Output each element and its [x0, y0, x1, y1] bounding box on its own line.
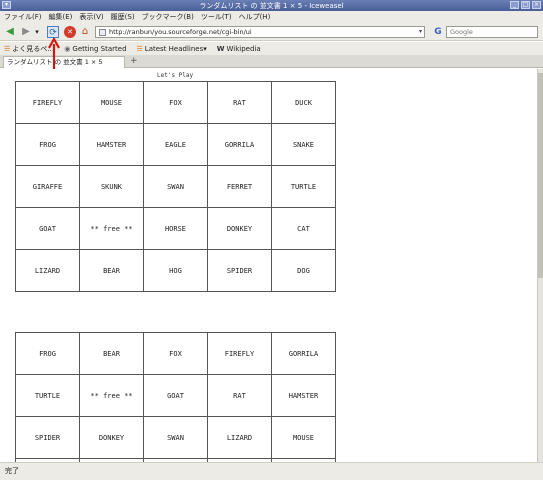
bingo-cell: HOG — [143, 249, 208, 292]
home-icon[interactable]: ⌂ — [79, 26, 91, 38]
maximize-button[interactable]: □ — [521, 1, 530, 9]
table-row: SPIDER DONKEY SWAN LIZARD MOUSE — [15, 416, 336, 459]
bingo-free-cell: ** free ** — [79, 374, 144, 417]
bingo-cell: RAT — [207, 374, 272, 417]
bingo-cell: DUCK — [271, 81, 336, 124]
bingo-cell: GORRILA — [271, 332, 336, 375]
window-titlebar: ▾ ランダムリスト の 並文書 1 × 5 - Iceweasel _ □ × — [0, 0, 543, 11]
bingo-board-2: FROG BEAR FOX FIREFLY GORRILA TURTLE ** … — [15, 332, 336, 462]
bingo-cell: FERRET — [207, 165, 272, 208]
menu-bookmarks[interactable]: ブックマーク(B) — [142, 12, 194, 22]
bingo-cell: CAT — [271, 207, 336, 250]
table-row: GOAT ** free ** HORSE DONKEY CAT — [15, 207, 336, 250]
status-text: 完了 — [5, 467, 19, 475]
bookmark-label: Getting Started — [72, 44, 127, 53]
table-row: LIZARD BEAR HOG SPIDER DOG — [15, 249, 336, 292]
bingo-cell: BEAR — [79, 332, 144, 375]
bingo-cell: RAT — [207, 81, 272, 124]
bingo-cell: SPIDER — [207, 249, 272, 292]
table-row: FIREFLY MOUSE FOX RAT DUCK — [15, 81, 336, 124]
menu-tools[interactable]: ツール(T) — [201, 12, 232, 22]
bingo-cell: SKUNK — [79, 165, 144, 208]
navigation-toolbar: ◀ ▶ ▾ ⟳ ✕ ⌂ ▾ G — [0, 23, 543, 41]
menu-help[interactable]: ヘルプ(H) — [239, 12, 271, 22]
tab-current[interactable]: ランダムリスト の 並文書 1 × 5 — [3, 56, 125, 68]
bingo-cell: FOX — [143, 332, 208, 375]
stop-icon[interactable]: ✕ — [64, 26, 76, 38]
bookmark-wikipedia[interactable]: W Wikipedia — [217, 45, 261, 53]
bookmark-latest-headlines[interactable]: ☰ Latest Headlines▾ — [137, 45, 207, 53]
bookmark-getting-started[interactable]: ◉ Getting Started — [64, 45, 126, 53]
bingo-cell: HORSE — [143, 207, 208, 250]
bingo-cell: SWAN — [143, 165, 208, 208]
window-controls: _ □ × — [510, 1, 541, 9]
bingo-cell: DOG — [271, 249, 336, 292]
bingo-cell: DONKEY — [207, 207, 272, 250]
forward-arrow-icon[interactable]: ▶ — [20, 26, 32, 38]
bingo-cell: BEAR — [79, 249, 144, 292]
url-bar[interactable]: ▾ — [95, 26, 425, 38]
table-row: FROG HAMSTER EAGLE GORRILA SNAKE — [15, 123, 336, 166]
bingo-cell: FOX — [143, 81, 208, 124]
page-caption: Let's Play — [157, 72, 194, 79]
close-button[interactable]: × — [532, 1, 541, 9]
tab-bar: ランダムリスト の 並文書 1 × 5 + — [0, 55, 543, 68]
rss-icon: ☰ — [4, 44, 11, 53]
menu-history[interactable]: 履歴(S) — [111, 12, 135, 22]
bingo-cell: SPIDER — [15, 416, 80, 459]
bingo-cell: TURTLE — [271, 165, 336, 208]
menu-view[interactable]: 表示(V) — [79, 12, 103, 22]
rss-icon: ☰ — [136, 44, 143, 53]
bookmarks-toolbar: ☰ よく見るペ… ◉ Getting Started ☰ Latest Head… — [0, 42, 543, 55]
bingo-cell: EAGLE — [143, 123, 208, 166]
page-icon: ◉ — [64, 44, 71, 53]
search-engine-icon[interactable]: G — [430, 26, 446, 38]
bingo-cell: FROG — [15, 123, 80, 166]
bingo-cell: FIREFLY — [207, 332, 272, 375]
vertical-scrollbar[interactable] — [537, 69, 543, 462]
bookmark-label: Latest Headlines▾ — [144, 44, 207, 53]
page-content: Let's Play FIREFLY MOUSE FOX RAT DUCK FR… — [0, 69, 537, 462]
bingo-cell: GIRAFFE — [15, 165, 80, 208]
bingo-board-1: FIREFLY MOUSE FOX RAT DUCK FROG HAMSTER … — [15, 81, 336, 292]
bookmark-most-visited[interactable]: ☰ よく見るペ… — [4, 44, 54, 54]
url-dropdown-icon[interactable]: ▾ — [419, 27, 422, 37]
search-input[interactable] — [447, 27, 537, 37]
table-row: GIRAFFE SKUNK SWAN FERRET TURTLE — [15, 165, 336, 208]
minimize-button[interactable]: _ — [510, 1, 519, 9]
new-tab-icon[interactable]: + — [130, 56, 138, 67]
bingo-cell: LIZARD — [207, 416, 272, 459]
url-input[interactable] — [109, 27, 409, 37]
back-arrow-icon[interactable]: ◀ — [4, 26, 16, 38]
bingo-cell: HAMSTER — [271, 374, 336, 417]
bingo-cell: FIREFLY — [15, 81, 80, 124]
menu-edit[interactable]: 編集(E) — [49, 12, 73, 22]
bingo-cell: HAMSTER — [79, 123, 144, 166]
wikipedia-icon: W — [216, 44, 225, 53]
table-row: FROG BEAR FOX FIREFLY GORRILA — [15, 332, 336, 375]
table-row: TURTLE ** free ** GOAT RAT HAMSTER — [15, 374, 336, 417]
bingo-cell: MOUSE — [79, 81, 144, 124]
status-bar: 完了 — [0, 462, 543, 480]
menu-bar: ファイル(F) 編集(E) 表示(V) 履歴(S) ブックマーク(B) ツール(… — [0, 11, 543, 23]
bingo-cell: GOAT — [143, 374, 208, 417]
bingo-cell: DONKEY — [79, 416, 144, 459]
scrollbar-thumb[interactable] — [538, 73, 543, 278]
bingo-cell: SNAKE — [271, 123, 336, 166]
bingo-cell: MOUSE — [271, 416, 336, 459]
search-box[interactable] — [446, 26, 538, 38]
bingo-cell: SWAN — [143, 416, 208, 459]
bingo-cell: TURTLE — [15, 374, 80, 417]
history-dropdown-icon[interactable]: ▾ — [33, 26, 41, 38]
window-title: ランダムリスト の 並文書 1 × 5 - Iceweasel — [199, 2, 344, 10]
bingo-cell: GORRILA — [207, 123, 272, 166]
bingo-free-cell: ** free ** — [79, 207, 144, 250]
menu-file[interactable]: ファイル(F) — [4, 12, 42, 22]
site-favicon-icon — [99, 29, 106, 36]
bookmark-label: Wikipedia — [226, 44, 261, 53]
bingo-cell: FROG — [15, 332, 80, 375]
bingo-cell: LIZARD — [15, 249, 80, 292]
bingo-cell: GOAT — [15, 207, 80, 250]
